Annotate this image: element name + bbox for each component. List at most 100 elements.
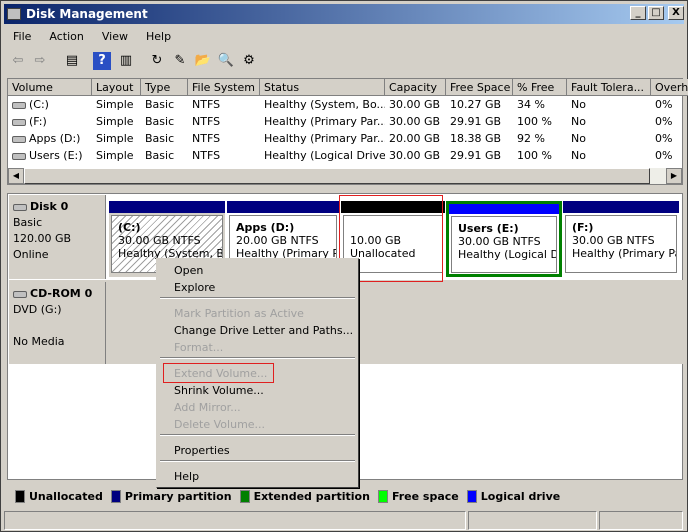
help-icon[interactable]: ? <box>93 52 111 70</box>
table-cell: 18.38 GB <box>446 130 513 147</box>
cell-text: NTFS <box>192 115 221 128</box>
disk-name: CD-ROM 0 <box>30 287 93 300</box>
disk-name: Disk 0 <box>30 200 69 213</box>
menu-item-open[interactable]: Open <box>174 262 203 279</box>
cdrom-0-label[interactable]: CD-ROM 0 DVD (G:) No Media <box>9 282 106 364</box>
cell-text: Apps (D:) <box>29 132 81 145</box>
forward-icon[interactable]: ⇨ <box>31 52 49 70</box>
refresh-icon[interactable]: ↻ <box>148 52 166 70</box>
horizontal-scrollbar[interactable]: ◀ ▶ <box>8 168 682 184</box>
table-cell: 100 % <box>513 113 567 130</box>
partition[interactable]: (F:)30.00 GB NTFSHealthy (Primary Part <box>563 201 679 277</box>
menu-file[interactable]: File <box>4 27 40 47</box>
drive-icon <box>12 118 26 126</box>
table-cell: 34 % <box>513 96 567 113</box>
legend-label: Unallocated <box>29 489 103 503</box>
maximize-button[interactable]: □ <box>648 6 664 20</box>
column-header[interactable]: File System <box>188 79 260 96</box>
minimize-button[interactable]: _ <box>630 6 646 20</box>
column-header[interactable]: Overh <box>651 79 688 96</box>
disk-state: Online <box>13 248 49 261</box>
table-cell: 29.91 GB <box>446 113 513 130</box>
window-title: Disk Management <box>26 7 148 21</box>
show-hide-action-pane-icon[interactable]: ▥ <box>117 52 135 70</box>
menu-separator <box>160 434 355 436</box>
cell-text: Healthy (Logical Drive) <box>264 149 385 162</box>
column-header[interactable]: Volume <box>8 79 92 96</box>
menu-item-shrink-volume[interactable]: Shrink Volume... <box>174 382 264 399</box>
legend-label: Primary partition <box>124 489 232 503</box>
menu-action[interactable]: Action <box>40 27 92 47</box>
cell-text: No <box>571 132 586 145</box>
menu-item-properties[interactable]: Properties <box>174 442 230 459</box>
disk-type: Basic <box>13 216 43 229</box>
table-cell: 10.27 GB <box>446 96 513 113</box>
volume-name[interactable]: (F:) <box>8 113 92 130</box>
column-header[interactable]: Fault Tolera... <box>567 79 651 96</box>
cell-text: Healthy (Primary Par... <box>264 132 385 145</box>
menu-item-mark-partition-as-active[interactable]: Mark Partition as Active <box>174 305 304 322</box>
legend-swatch <box>15 489 25 503</box>
cell-text: 0% <box>655 132 673 145</box>
table-cell: Basic <box>141 147 188 164</box>
partition-status: Healthy (Logical Driv <box>458 248 556 261</box>
drive-icon <box>12 135 26 143</box>
table-cell: NTFS <box>188 147 260 164</box>
column-header[interactable]: Layout <box>92 79 141 96</box>
table-cell: NTFS <box>188 96 260 113</box>
menu-item-format[interactable]: Format... <box>174 339 223 356</box>
table-cell: Basic <box>141 130 188 147</box>
cell-text: 92 % <box>517 132 545 145</box>
volume-name[interactable]: Users (E:) <box>8 147 92 164</box>
legend-swatch <box>377 489 388 503</box>
cell-text: 34 % <box>517 98 545 111</box>
partition-size: 20.00 GB NTFS <box>236 234 319 247</box>
column-header[interactable]: Status <box>260 79 385 96</box>
open-folder-icon[interactable]: 📂 <box>194 52 212 70</box>
table-cell: 30.00 GB <box>385 147 446 164</box>
cell-text: 100 % <box>517 149 552 162</box>
partition-type-bar <box>449 204 559 214</box>
table-cell: 92 % <box>513 130 567 147</box>
cell-text: 20.00 GB <box>389 132 441 145</box>
scroll-left-button[interactable]: ◀ <box>8 168 24 184</box>
menu-item-change-drive-letter-and-paths[interactable]: Change Drive Letter and Paths... <box>174 322 353 339</box>
table-cell: 0% <box>651 130 688 147</box>
cell-text: 18.38 GB <box>450 132 502 145</box>
app-icon <box>7 8 21 20</box>
partition[interactable]: Users (E:) 30.00 GB NTFS Healthy (Logical … <box>446 201 562 277</box>
partition-title: Users (E:) <box>458 222 519 235</box>
column-header[interactable]: % Free <box>513 79 567 96</box>
table-cell: Simple <box>92 130 141 147</box>
table-cell: NTFS <box>188 130 260 147</box>
column-header[interactable]: Capacity <box>385 79 446 96</box>
search-icon[interactable]: 🔍 <box>217 52 235 70</box>
column-header[interactable]: Type <box>141 79 188 96</box>
cell-text: 100 % <box>517 115 552 128</box>
disk-state: No Media <box>13 335 65 348</box>
legend-label: Extended partition <box>253 489 370 503</box>
legend: Unallocated Primary partition Extended par… <box>7 486 683 506</box>
menu-item-delete-volume[interactable]: Delete Volume... <box>174 416 265 433</box>
column-header[interactable]: Free Space <box>446 79 513 96</box>
menu-view[interactable]: View <box>93 27 137 47</box>
menu-item-add-mirror[interactable]: Add Mirror... <box>174 399 241 416</box>
disk-0-label[interactable]: Disk 0 Basic 120.00 GB Online <box>9 195 106 279</box>
volume-name[interactable]: (C:) <box>8 96 92 113</box>
cell-text: Basic <box>145 98 175 111</box>
scroll-thumb[interactable] <box>24 168 650 184</box>
volume-name[interactable]: Apps (D:) <box>8 130 92 147</box>
cell-text: Healthy (System, Bo... <box>264 98 385 111</box>
back-icon[interactable]: ⇦ <box>9 52 27 70</box>
settings-icon[interactable]: ⚙ <box>240 52 258 70</box>
scroll-right-button[interactable]: ▶ <box>666 168 682 184</box>
close-button[interactable]: X <box>668 6 684 20</box>
partition-box: (F:)30.00 GB NTFSHealthy (Primary Part <box>565 215 677 273</box>
menu-item-explore[interactable]: Explore <box>174 279 215 296</box>
menu-item-help[interactable]: Help <box>174 468 199 485</box>
menu-help[interactable]: Help <box>137 27 180 47</box>
partition-type-bar <box>227 201 339 213</box>
properties-icon[interactable]: ✎ <box>171 52 189 70</box>
status-pane-1 <box>4 511 466 530</box>
show-hide-console-tree-icon[interactable]: ▤ <box>63 52 81 70</box>
